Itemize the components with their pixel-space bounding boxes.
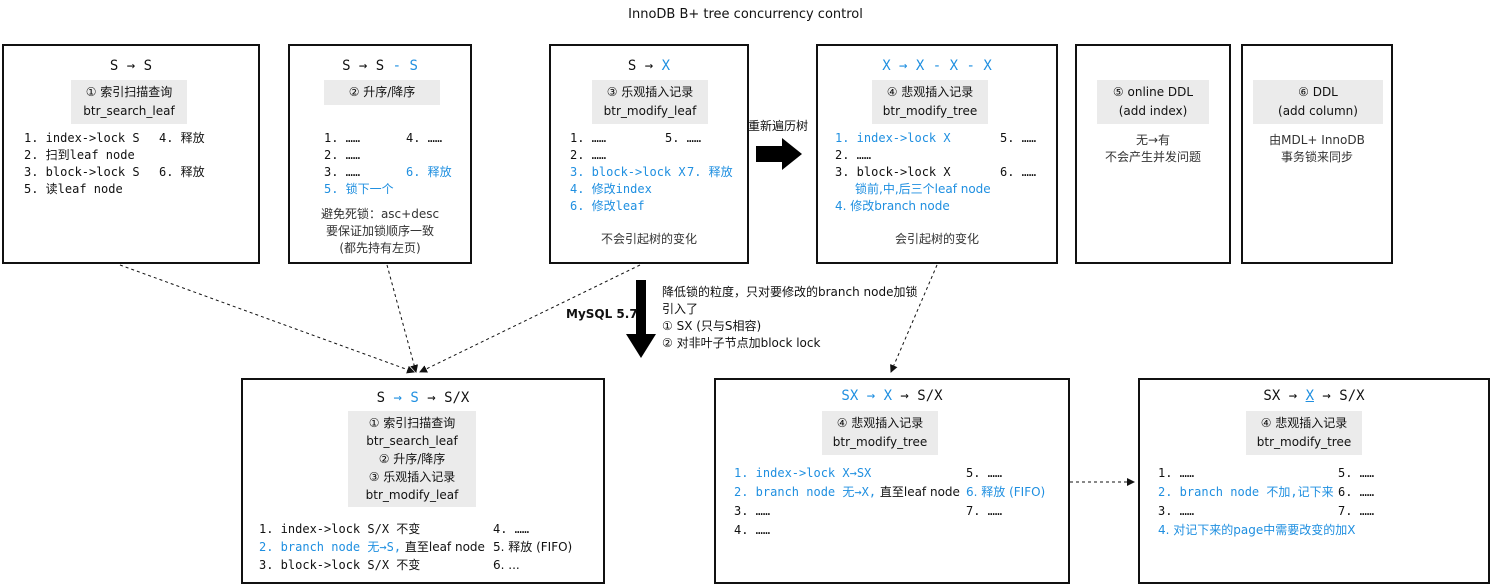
traverse-label: 重新遍历树	[748, 119, 809, 133]
dashed-arrow-b1	[119, 264, 415, 374]
mysql57-description: 降低锁的粒度，只对要修改的branch node加锁 引入了 ① SX (只与S相…	[662, 285, 918, 350]
dashed-arrow-b2	[386, 264, 419, 373]
thick-arrow-right	[756, 138, 802, 170]
mysql-version-label: MySQL 5.7	[566, 307, 638, 321]
